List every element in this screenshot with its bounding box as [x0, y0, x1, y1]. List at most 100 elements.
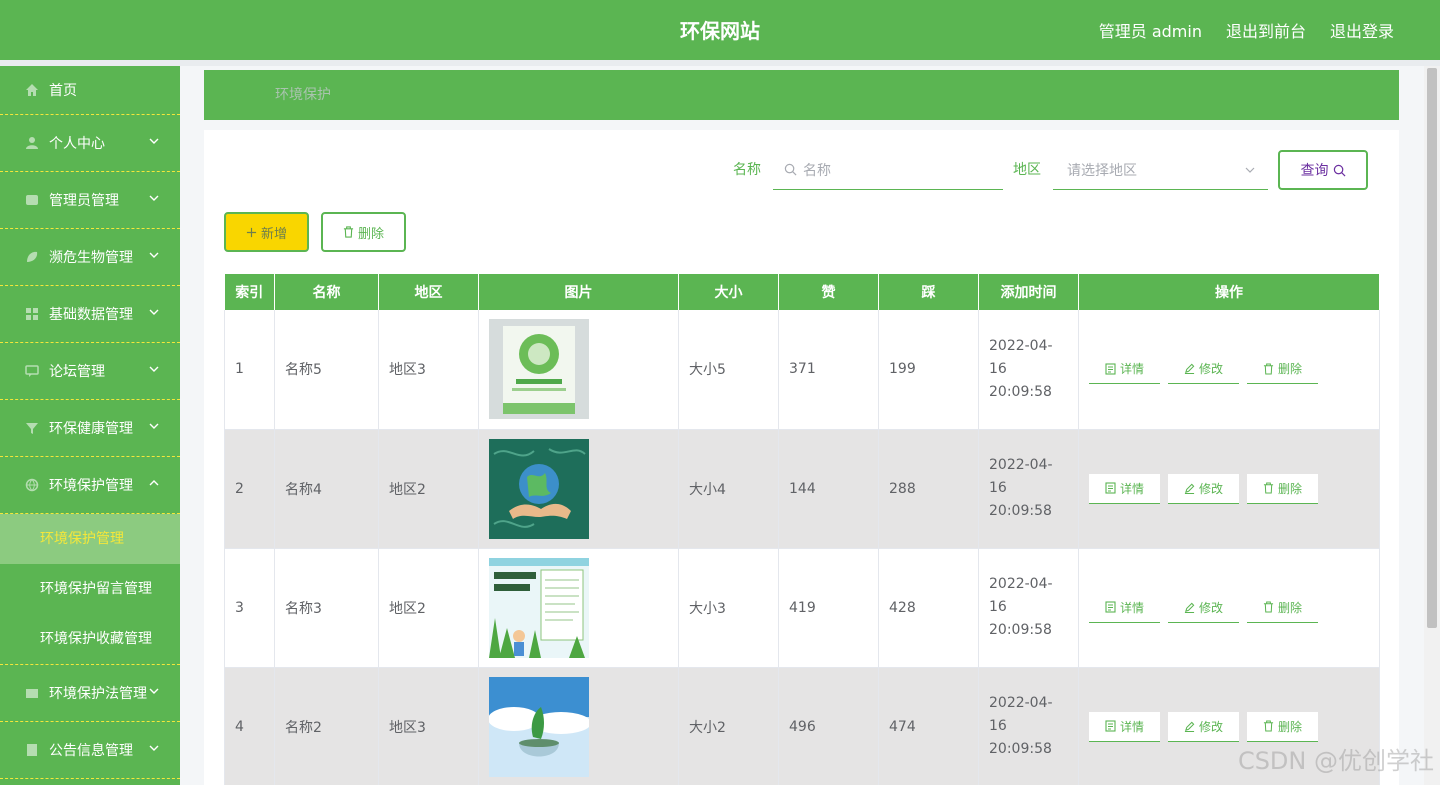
breadcrumb: 环境保护 [204, 70, 1399, 120]
sidebar-item-personal-center[interactable]: 个人中心 [0, 115, 180, 172]
delete-button[interactable]: 删除 [1247, 592, 1318, 623]
sidebar-item-notice[interactable]: 公告信息管理 [0, 722, 180, 779]
sidebar-item-basic-data[interactable]: 基础数据管理 [0, 286, 180, 343]
column-header-region[interactable]: 地区 [378, 274, 479, 310]
search-icon [784, 163, 797, 176]
submenu-item-environment-protection[interactable]: 环境保护管理 [0, 514, 180, 564]
site-title: 环保网站 [680, 19, 760, 43]
cell-added-time: 2022-04-16 20:09:58 [978, 548, 1079, 668]
add-button[interactable]: 新增 [224, 212, 309, 252]
name-search-input[interactable]: 名称 [773, 150, 1003, 190]
garbage-sorting-poster-image [489, 557, 589, 658]
cell-size: 大小2 [678, 667, 779, 785]
submenu-item-environment-messages[interactable]: 环境保护留言管理 [0, 564, 180, 614]
added-clock: 20:09:58 [989, 622, 1052, 638]
cell-added-time: 2022-04-16 20:09:58 [978, 667, 1079, 785]
notice-icon [24, 742, 40, 758]
document-icon [1105, 601, 1116, 613]
cell-likes: 496 [778, 667, 879, 785]
column-header-added-time[interactable]: 添加时间 [978, 274, 1079, 310]
edit-button-label: 修改 [1198, 362, 1223, 377]
batch-delete-button[interactable]: 删除 [321, 212, 406, 252]
admin-user-label: 管理员 admin [1098, 22, 1202, 41]
sidebar-item-eco-health[interactable]: 环保健康管理 [0, 400, 180, 457]
cell-region: 地区3 [378, 667, 479, 785]
edit-button[interactable]: 修改 [1168, 711, 1239, 742]
page-scrollbar[interactable] [1424, 66, 1440, 785]
query-button-label: 查询 [1300, 163, 1329, 179]
delete-button-label: 删除 [1277, 600, 1302, 615]
column-header-dislikes[interactable]: 踩 [878, 274, 979, 310]
breadcrumb-current: 环境保护 [275, 87, 331, 103]
cell-region: 地区2 [378, 429, 479, 549]
sky-plant-bowl-image [489, 676, 589, 777]
sidebar-item-admin-management[interactable]: 管理员管理 [0, 172, 180, 229]
cell-name: 名称2 [274, 667, 379, 785]
delete-button[interactable]: 删除 [1247, 473, 1318, 504]
plus-icon [246, 227, 257, 237]
table-row: 3 名称3 地区2 大小3 419 428 2022-04-16 20:09:5… [224, 548, 1380, 668]
detail-button[interactable]: 详情 [1089, 592, 1160, 623]
batch-delete-label: 删除 [357, 226, 384, 242]
region-select[interactable]: 请选择地区 [1053, 150, 1268, 190]
column-header-image[interactable]: 图片 [478, 274, 679, 310]
delete-button-label: 删除 [1277, 481, 1302, 496]
column-header-index[interactable]: 索引 [224, 274, 275, 310]
scrollbar-thumb[interactable] [1427, 68, 1437, 628]
column-header-likes[interactable]: 赞 [778, 274, 879, 310]
chevron-down-icon [149, 252, 159, 258]
header-user-area: 管理员 admin 退出到前台 退出登录 [1099, 0, 1394, 60]
delete-button[interactable]: 删除 [1247, 711, 1318, 742]
row-actions: 详情 修改 删除 [1089, 592, 1369, 623]
delete-button-label: 删除 [1277, 719, 1302, 734]
user-icon [24, 135, 40, 151]
query-button[interactable]: 查询 [1278, 150, 1368, 190]
edit-button[interactable]: 修改 [1168, 592, 1239, 623]
column-header-name[interactable]: 名称 [274, 274, 379, 310]
chevron-down-icon [149, 423, 159, 429]
chevron-down-icon [149, 138, 159, 144]
row-actions: 详情 修改 删除 [1089, 473, 1369, 504]
cell-likes: 419 [778, 548, 879, 668]
edit-button[interactable]: 修改 [1168, 354, 1239, 385]
exit-to-front-link[interactable]: 退出到前台 [1226, 18, 1306, 42]
cell-dislikes: 199 [878, 310, 979, 430]
sidebar-item-forum[interactable]: 论坛管理 [0, 343, 180, 400]
detail-button-label: 详情 [1119, 719, 1144, 734]
edit-icon [1184, 602, 1195, 613]
environment-protection-submenu: 环境保护管理 环境保护留言管理 环境保护收藏管理 [0, 514, 180, 665]
cell-region: 地区2 [378, 548, 479, 668]
table-row: 1 名称5 地区3 大小5 371 199 2022-04-16 20:09:5… [224, 310, 1380, 430]
leaf-icon [24, 249, 40, 265]
chevron-down-icon [1245, 167, 1255, 173]
edit-icon [1184, 721, 1195, 732]
added-clock: 20:09:58 [989, 741, 1052, 757]
detail-button[interactable]: 详情 [1089, 473, 1160, 504]
sidebar-item-label: 首页 [49, 83, 77, 99]
cell-added-time: 2022-04-16 20:09:58 [978, 429, 1079, 549]
sidebar-menu: 首页 个人中心 管理员管理 濒危生物管理 基础数据管理 论坛管理 环保健康管理 … [0, 66, 180, 785]
grid-icon [24, 306, 40, 322]
delete-button[interactable]: 删除 [1247, 354, 1318, 385]
logout-link[interactable]: 退出登录 [1330, 18, 1394, 42]
globe-icon [24, 477, 40, 493]
table-row: 4 名称2 地区3 大小2 496 474 2022-04-16 20:09:5… [224, 667, 1380, 785]
cell-dislikes: 428 [878, 548, 979, 668]
detail-button[interactable]: 详情 [1089, 711, 1160, 742]
edit-icon [1184, 363, 1195, 375]
sidebar-item-endangered-species[interactable]: 濒危生物管理 [0, 229, 180, 286]
edit-button[interactable]: 修改 [1168, 473, 1239, 504]
detail-button[interactable]: 详情 [1089, 354, 1160, 385]
column-header-actions[interactable]: 操作 [1078, 274, 1380, 310]
sidebar-item-environment-protection[interactable]: 环境保护管理 [0, 457, 180, 514]
sidebar-item-label: 环境保护法管理 [49, 686, 147, 702]
top-header: 环保网站 管理员 admin 退出到前台 退出登录 [0, 0, 1440, 60]
earth-hands-image [489, 438, 589, 539]
sidebar-item-home[interactable]: 首页 [0, 66, 180, 115]
add-button-label: 新增 [260, 226, 287, 242]
cell-name: 名称4 [274, 429, 379, 549]
submenu-item-environment-favorites[interactable]: 环境保护收藏管理 [0, 614, 180, 664]
sidebar-item-environmental-law[interactable]: 环境保护法管理 [0, 665, 180, 722]
column-header-size[interactable]: 大小 [678, 274, 779, 310]
chevron-down-icon [149, 745, 159, 751]
